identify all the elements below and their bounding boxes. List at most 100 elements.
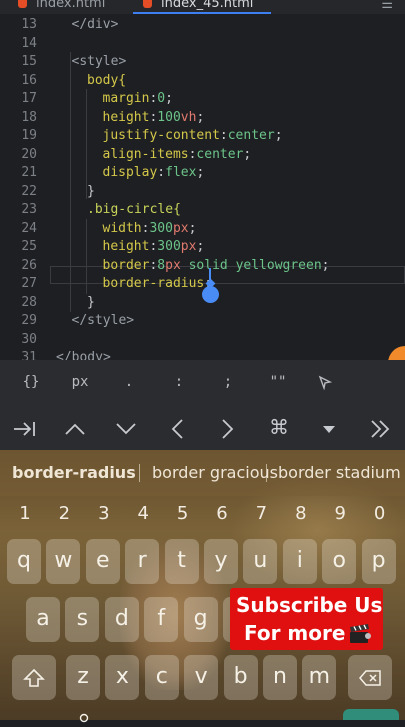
letter-key[interactable]: w (46, 539, 81, 584)
code-text: border:8px solid yellowgreen; (103, 257, 330, 275)
letter-key[interactable]: i (282, 539, 317, 584)
digit-key[interactable]: 8 (286, 502, 316, 526)
css-unit: vh (180, 109, 197, 125)
tab-icon[interactable] (5, 404, 45, 450)
code-line[interactable]: 15 <style> (0, 53, 405, 71)
code-text: </style> (72, 312, 135, 330)
letter-key[interactable]: a (26, 597, 60, 642)
css-unit: px (165, 257, 181, 273)
css-prop: margin (102, 91, 150, 106)
digit-key[interactable]: 4 (128, 502, 158, 526)
letter-key[interactable]: t (164, 539, 199, 584)
symbol-colon[interactable]: : (164, 360, 194, 404)
chevron-down-icon[interactable] (106, 404, 146, 450)
letter-key[interactable]: v (184, 655, 219, 700)
emoji-key-icon[interactable] (79, 708, 89, 723)
code-text: display:flex; (103, 164, 205, 182)
backspace-key[interactable] (348, 655, 392, 700)
chevron-up-icon[interactable] (55, 404, 95, 450)
code-line[interactable]: 31 </body> (0, 349, 405, 360)
css-val: 300 (149, 220, 173, 236)
double-chevron-right-icon[interactable] (360, 404, 400, 450)
symbol-dot[interactable]: . (114, 360, 144, 404)
code-token: </body> (56, 350, 111, 360)
tab-index-html[interactable]: index.html (18, 0, 105, 14)
chevron-left-icon[interactable] (157, 404, 197, 450)
letter-key[interactable]: x (105, 655, 140, 700)
code-text: margin:0; (103, 90, 173, 108)
more-menu-icon[interactable]: ☰ (381, 0, 393, 12)
digit-key[interactable]: 1 (10, 502, 40, 526)
digit-key[interactable]: 9 (325, 502, 355, 526)
letter-key[interactable]: b (223, 655, 258, 700)
letter-key[interactable]: e (85, 539, 120, 584)
code-line[interactable]: 16 body{ (0, 72, 405, 90)
css-unit: px (172, 220, 189, 236)
suggestion-item[interactable]: border-radius (12, 450, 136, 496)
code-line[interactable]: 20 align-items:center; (0, 146, 405, 164)
digit-key[interactable]: 2 (49, 502, 79, 526)
letter-key[interactable]: s (65, 597, 100, 642)
css-colon: : (219, 128, 228, 143)
letter-key[interactable]: p (361, 539, 396, 584)
code-line[interactable]: 19 justify-content:center; (0, 127, 405, 145)
shift-key[interactable] (12, 655, 56, 700)
digit-key[interactable]: 0 (365, 502, 395, 526)
chevron-right-icon[interactable] (208, 404, 248, 450)
command-icon[interactable]: ⌘ (259, 404, 299, 450)
code-line[interactable]: 24 width:300px; (0, 220, 405, 238)
line-number: 23 (21, 202, 37, 217)
line-number: 22 (21, 183, 37, 199)
digit-key[interactable]: 6 (207, 502, 237, 526)
digit-key[interactable]: 3 (89, 502, 119, 526)
symbol-semicolon[interactable]: ; (213, 360, 243, 404)
enter-key[interactable] (343, 709, 399, 720)
css-val: center (227, 128, 275, 143)
code-line[interactable]: 14 (0, 35, 405, 53)
letter-key[interactable]: c (144, 655, 179, 700)
css-colon: : (157, 165, 166, 180)
digit-key[interactable]: 7 (246, 502, 276, 526)
letter-key[interactable]: u (243, 539, 278, 584)
letter-key[interactable]: f (144, 597, 179, 642)
symbol-braces[interactable]: {} (14, 360, 48, 404)
code-line[interactable]: 17 margin:0; (0, 90, 405, 108)
letter-key[interactable]: z (66, 655, 100, 700)
code-line[interactable]: 25 height:300px; (0, 238, 405, 256)
letter-key[interactable]: q (7, 539, 41, 584)
code-line[interactable]: 23 .big-circle{ (0, 201, 405, 219)
symbol-px[interactable]: px (62, 360, 98, 404)
letter-key[interactable]: d (104, 597, 139, 642)
dropdown-icon[interactable] (309, 404, 349, 450)
clapperboard-icon (350, 624, 371, 643)
code-line[interactable]: 22} (0, 183, 405, 201)
suggestion-item[interactable]: border stadium (278, 450, 401, 496)
code-line[interactable]: 26 border:8px solid yellowgreen; (0, 257, 405, 275)
css-prop: display (102, 165, 158, 180)
css-end: ; (196, 165, 205, 180)
line-number: 16 (21, 72, 37, 88)
suggestion-divider (266, 464, 267, 482)
subscribe-banner: Subscribe Us For more (230, 588, 383, 650)
code-line[interactable]: 13 </div> (0, 16, 405, 34)
letter-key[interactable]: g (183, 597, 218, 642)
css-val: 8 (157, 257, 166, 273)
code-line[interactable]: 30 (0, 331, 405, 349)
code-line[interactable]: 29 </style> (0, 312, 405, 330)
code-line[interactable]: 18 height:100vh; (0, 109, 405, 127)
digit-key[interactable]: 5 (168, 502, 198, 526)
cursor-move-icon[interactable] (312, 360, 338, 404)
letter-key[interactable]: n (263, 655, 297, 700)
letter-key[interactable]: m (302, 655, 337, 700)
code-text: <style> (72, 53, 127, 71)
code-text: width:300px; (103, 220, 197, 238)
code-editor[interactable]: 13 </div> 14 15 <style> 16 body{17 margin:0; 18 h… (0, 14, 405, 360)
letter-key[interactable]: y (204, 539, 238, 584)
suggestion-item[interactable]: border gracious (152, 450, 278, 496)
code-line[interactable]: 21 display:flex; (0, 164, 405, 182)
symbol-quotes[interactable]: "" (261, 360, 295, 404)
letter-key[interactable]: r (125, 539, 160, 584)
letter-key[interactable]: o (322, 539, 357, 584)
caret-drag-handle[interactable] (202, 286, 219, 303)
css-prop: height (102, 239, 150, 254)
